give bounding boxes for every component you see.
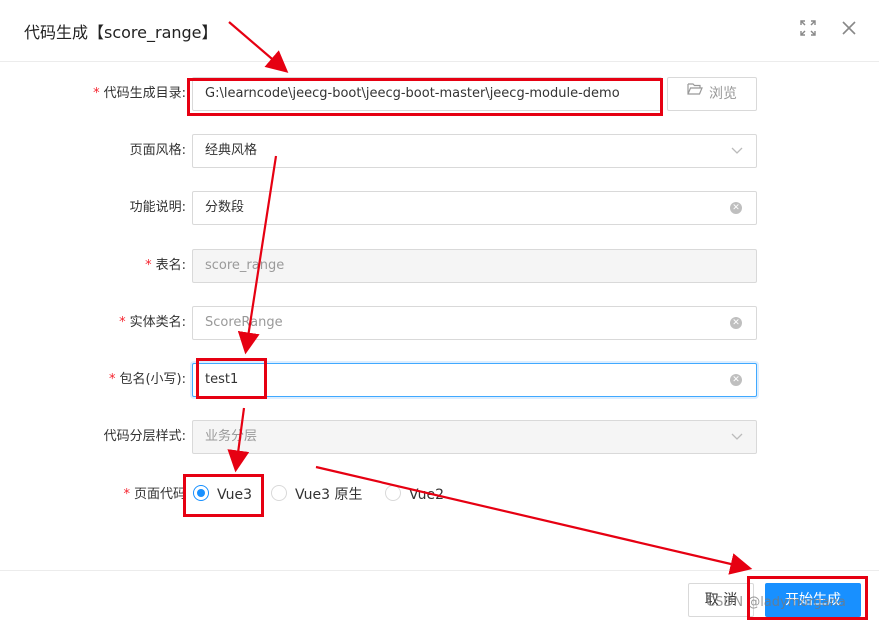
browse-button[interactable]: 浏览 bbox=[667, 77, 757, 111]
table-label: * 表名: bbox=[145, 258, 186, 273]
form-row-page-code: * 页面代码 Vue3 Vue3 原生 Vue2 bbox=[0, 478, 879, 512]
annotation-box-package bbox=[196, 358, 267, 399]
annotation-box-vue3 bbox=[183, 474, 264, 517]
layer-label: 代码分层样式: bbox=[103, 429, 186, 444]
expand-icon[interactable] bbox=[797, 17, 819, 39]
form-row-entity: * 实体类名: ScoreRange ✕ bbox=[0, 306, 879, 340]
modal-title: 代码生成【score_range】 bbox=[24, 23, 218, 42]
table-input: score_range bbox=[192, 249, 757, 283]
style-select-value: 经典风格 bbox=[205, 143, 258, 158]
form-row-layer: 代码分层样式: 业务分层 bbox=[0, 420, 879, 454]
style-select[interactable]: 经典风格 bbox=[192, 134, 757, 168]
close-icon[interactable] bbox=[838, 17, 860, 39]
desc-input-value: 分数段 bbox=[205, 200, 245, 215]
required-mark: * bbox=[123, 487, 130, 502]
required-mark: * bbox=[119, 315, 126, 330]
package-input[interactable]: test1 ✕ bbox=[192, 363, 757, 397]
clear-icon[interactable]: ✕ bbox=[730, 317, 742, 329]
annotation-box-generate bbox=[747, 576, 868, 620]
radio-vue3-native[interactable]: Vue3 原生 bbox=[271, 478, 362, 512]
table-input-value: score_range bbox=[205, 258, 285, 273]
radio-circle bbox=[271, 485, 287, 501]
modal-header: 代码生成【score_range】 bbox=[0, 0, 879, 62]
layer-select-value: 业务分层 bbox=[205, 429, 258, 444]
chevron-down-icon bbox=[731, 147, 743, 154]
form-row-desc: 功能说明: 分数段 ✕ bbox=[0, 191, 879, 225]
package-label: * 包名(小写): bbox=[108, 372, 186, 387]
required-mark: * bbox=[108, 372, 116, 387]
desc-label: 功能说明: bbox=[129, 200, 186, 215]
page-code-label: * 页面代码 bbox=[123, 487, 186, 502]
required-mark: * bbox=[93, 86, 100, 101]
radio-vue2[interactable]: Vue2 bbox=[385, 478, 444, 512]
desc-input[interactable]: 分数段 ✕ bbox=[192, 191, 757, 225]
folder-open-icon bbox=[687, 76, 703, 108]
entity-input[interactable]: ScoreRange ✕ bbox=[192, 306, 757, 340]
entity-input-value: ScoreRange bbox=[205, 315, 283, 330]
annotation-box-dir bbox=[187, 78, 663, 116]
style-label: 页面风格: bbox=[129, 143, 186, 158]
form-row-style: 页面风格: 经典风格 bbox=[0, 134, 879, 168]
required-mark: * bbox=[145, 258, 152, 273]
clear-icon[interactable]: ✕ bbox=[730, 374, 742, 386]
chevron-down-icon bbox=[731, 433, 743, 440]
clear-icon[interactable]: ✕ bbox=[730, 202, 742, 214]
layer-select: 业务分层 bbox=[192, 420, 757, 454]
dir-label: * 代码生成目录: bbox=[93, 86, 186, 101]
form-row-table: * 表名: score_range bbox=[0, 249, 879, 283]
form-row-package: * 包名(小写): test1 ✕ bbox=[0, 363, 879, 397]
entity-label: * 实体类名: bbox=[119, 315, 186, 330]
radio-circle bbox=[385, 485, 401, 501]
